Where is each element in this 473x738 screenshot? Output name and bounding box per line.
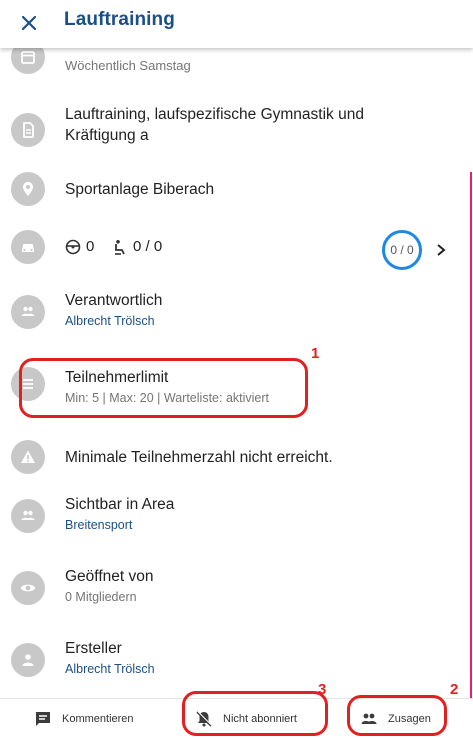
drivers-count: 0 bbox=[86, 238, 95, 255]
people-icon bbox=[11, 295, 45, 329]
participant-limit-value: Min: 5 | Max: 20 | Warteliste: aktiviert bbox=[65, 391, 270, 405]
annotation-number-3: 3 bbox=[318, 681, 327, 698]
chevron-right-icon[interactable] bbox=[434, 243, 448, 257]
annotation-number-1: 1 bbox=[311, 345, 320, 362]
warning-icon bbox=[11, 440, 45, 474]
warning-row: Minimale Teilnehmerzahl nicht erreicht. bbox=[0, 440, 460, 500]
location-text: Sportanlage Biberach bbox=[65, 181, 215, 198]
area-row: Sichtbar in Area Breitensport bbox=[0, 494, 460, 538]
recurrence-row: Wöchentlich Samstag bbox=[0, 48, 460, 100]
comment-button[interactable]: Kommentieren bbox=[34, 699, 134, 738]
description-row: Lauftraining, laufspezifische Gymnastik … bbox=[0, 104, 460, 156]
participant-limit-label: Teilnehmerlimit bbox=[65, 369, 169, 386]
area-label: Sichtbar in Area bbox=[65, 496, 175, 513]
accept-label: Zusagen bbox=[388, 713, 431, 725]
creator-link[interactable]: Albrecht Trölsch bbox=[65, 662, 155, 676]
eye-icon bbox=[11, 571, 45, 605]
notifications-off-icon bbox=[196, 711, 212, 727]
subscribe-label: Nicht abonniert bbox=[223, 713, 297, 725]
accept-button[interactable]: Zusagen bbox=[360, 699, 431, 738]
recurrence-text: Wöchentlich Samstag bbox=[65, 58, 191, 73]
warning-text: Minimale Teilnehmerzahl nicht erreicht. bbox=[65, 449, 333, 466]
car-icon bbox=[11, 230, 45, 264]
steering-wheel-icon bbox=[65, 239, 81, 254]
creator-row: Ersteller Albrecht Trölsch bbox=[0, 638, 460, 682]
creator-label: Ersteller bbox=[65, 640, 122, 657]
app-header: Lauftraining bbox=[0, 0, 473, 48]
responsible-label: Verantwortlich bbox=[65, 292, 163, 309]
passengers-count: 0 / 0 bbox=[133, 238, 163, 255]
close-icon[interactable] bbox=[16, 10, 42, 36]
carpool-row[interactable]: 0 0 / 0 0 / 0 bbox=[0, 230, 460, 290]
person-icon bbox=[11, 643, 45, 677]
location-pin-icon bbox=[11, 172, 45, 206]
group-add-icon bbox=[361, 713, 377, 724]
responsible-person-link[interactable]: Albrecht Trölsch bbox=[65, 314, 155, 328]
participant-limit-row: Teilnehmerlimit Min: 5 | Max: 20 | Warte… bbox=[0, 362, 460, 406]
list-icon bbox=[11, 367, 45, 401]
document-icon bbox=[11, 113, 45, 147]
opened-by-value: 0 Mitgliedern bbox=[65, 590, 137, 604]
drivers-stat: 0 bbox=[65, 238, 94, 255]
location-row: Sportanlage Biberach bbox=[0, 172, 460, 232]
responsible-row: Verantwortlich Albrecht Trölsch bbox=[0, 290, 460, 334]
scroll-indicator bbox=[470, 172, 472, 698]
seat-icon bbox=[115, 239, 125, 255]
annotation-number-2: 2 bbox=[450, 681, 459, 698]
passengers-stat: 0 / 0 bbox=[112, 238, 162, 255]
event-details[interactable]: Wöchentlich Samstag Lauftraining, laufsp… bbox=[0, 48, 473, 698]
comment-icon bbox=[36, 712, 50, 726]
description-text: Lauftraining, laufspezifische Gymnastik … bbox=[65, 106, 364, 144]
group-icon bbox=[11, 499, 45, 533]
calendar-icon bbox=[11, 48, 45, 74]
opened-by-label: Geöffnet von bbox=[65, 568, 154, 585]
subscribe-button[interactable]: Nicht abonniert bbox=[195, 699, 297, 738]
area-link[interactable]: Breitensport bbox=[65, 518, 132, 532]
opened-by-row: Geöffnet von 0 Mitgliedern bbox=[0, 566, 460, 610]
comment-label: Kommentieren bbox=[62, 713, 134, 725]
carpool-progress-ring[interactable]: 0 / 0 bbox=[382, 230, 422, 270]
bottom-action-bar: Kommentieren Nicht abonniert Zusagen bbox=[0, 698, 473, 738]
page-title: Lauftraining bbox=[64, 9, 175, 30]
